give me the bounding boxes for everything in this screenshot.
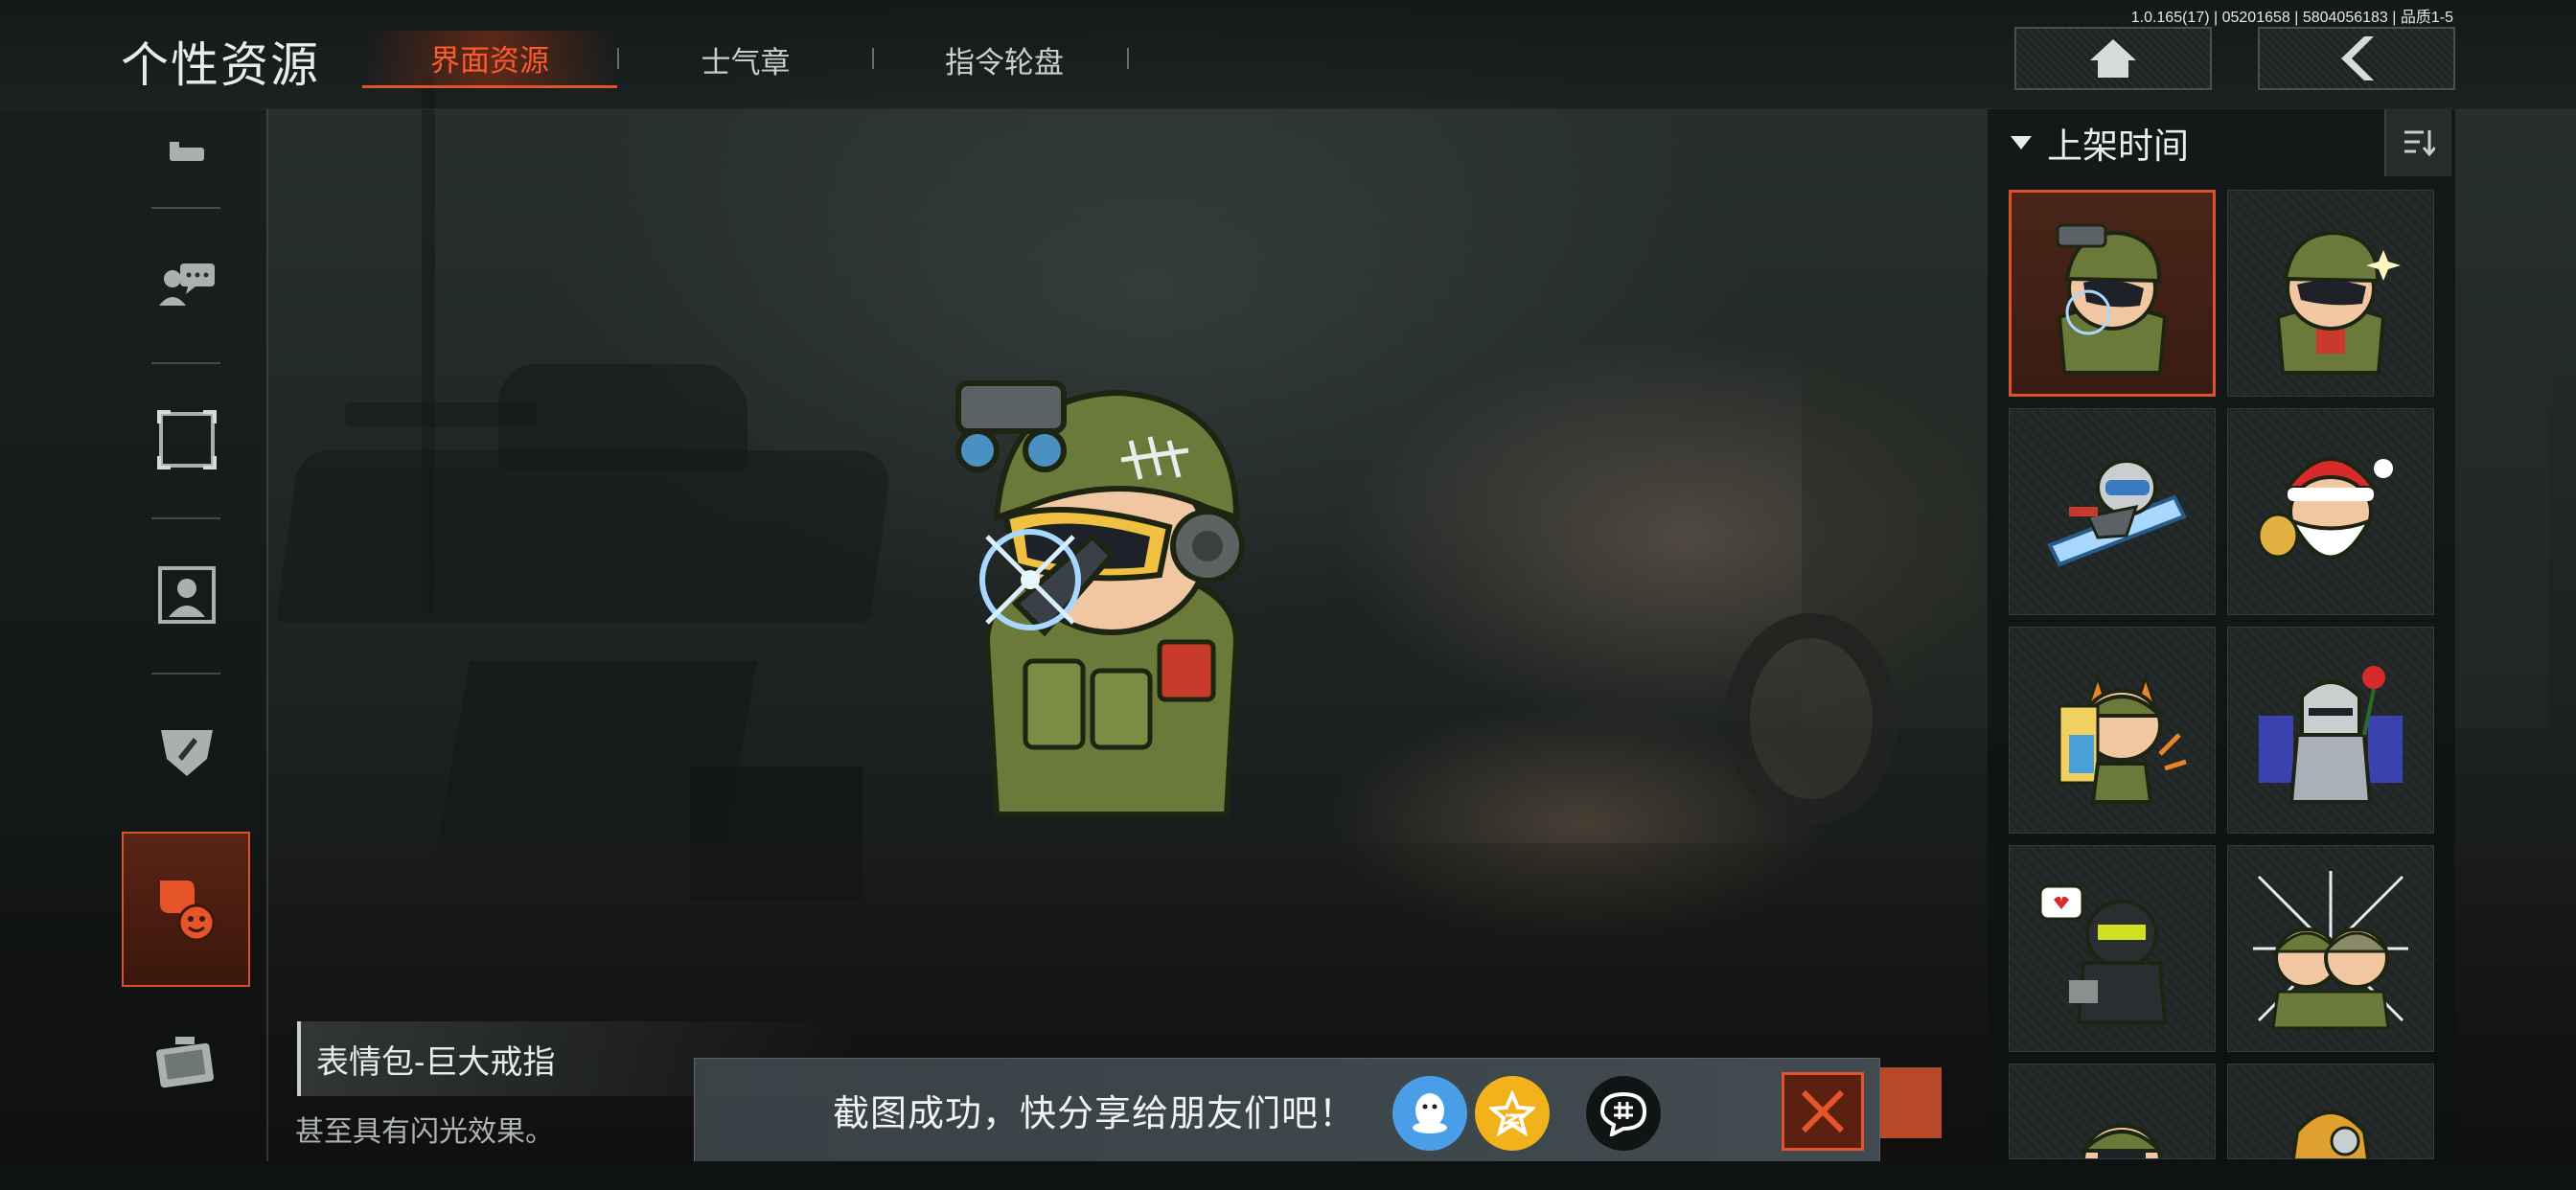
sticker-cell[interactable]	[2227, 627, 2434, 834]
sticker-thumb-9	[2079, 1124, 2165, 1158]
back-button[interactable]	[2258, 27, 2455, 90]
sticker-cell[interactable]	[2009, 845, 2216, 1052]
share-qq-button[interactable]	[1392, 1076, 1467, 1151]
version-info: 1.0.165(17) | 05201658 | 5804056183 | 品质…	[2130, 10, 2453, 26]
sidebar-item-bed[interactable]	[125, 109, 249, 195]
home-button[interactable]	[2014, 27, 2212, 90]
share-toast: 截图成功，快分享给朋友们吧！	[694, 1058, 1880, 1163]
share-qzone-button[interactable]	[1475, 1076, 1550, 1151]
sticker-cell[interactable]	[2009, 408, 2216, 615]
sort-order-button[interactable]	[2384, 109, 2451, 176]
sticker-thumb-fox	[2058, 673, 2187, 804]
sticker-cell[interactable]	[2227, 1064, 2434, 1159]
sticker-thumb-sparkle	[2275, 230, 2401, 375]
sidebar-item-portrait[interactable]	[125, 533, 249, 657]
chat-person-icon	[159, 263, 215, 306]
sort-icon	[2404, 130, 2435, 157]
sidebar-item-stickers[interactable]	[122, 832, 250, 987]
toast-close-button[interactable]	[1782, 1072, 1864, 1151]
item-description: 甚至具有闪光效果。	[295, 1116, 554, 1148]
tab-interface-resources[interactable]: 界面资源	[362, 31, 617, 88]
sticker-emoji-icon	[160, 881, 216, 942]
sticker-preview	[949, 355, 1275, 834]
tab-separator	[617, 48, 619, 69]
sticker-thumb-group	[2253, 871, 2408, 1030]
portrait-icon	[158, 566, 216, 624]
sticker-cell[interactable]	[2227, 408, 2434, 615]
tab-separator	[1127, 48, 1129, 69]
page-title: 个性资源	[121, 38, 320, 92]
sticker-cell[interactable]	[2009, 627, 2216, 834]
chevron-down-icon	[2011, 136, 2032, 149]
top-bar: 个性资源 界面资源 士气章 指令轮盘 1.0.165(17) | 0520165…	[0, 0, 2576, 109]
sticker-thumb-night-vision	[2056, 223, 2168, 375]
sort-label: 上架时间	[2047, 126, 2189, 166]
sidebar-divider	[151, 207, 220, 209]
toast-side-tab[interactable]	[1880, 1067, 1942, 1138]
sidebar-divider	[151, 673, 220, 675]
bg-tank-body	[275, 450, 894, 623]
bed-icon	[170, 142, 204, 161]
qq-icon	[1413, 1093, 1447, 1133]
sticker-thumb-knight	[2259, 666, 2403, 804]
share-chat-button[interactable]	[1586, 1076, 1661, 1151]
sidebar-divider	[151, 517, 220, 519]
frame-icon	[157, 410, 217, 469]
case-icon	[156, 1037, 214, 1088]
sidebar-item-chat[interactable]	[125, 222, 249, 347]
bg-wheel	[1725, 613, 1898, 824]
sticker-thumb-10	[2290, 1110, 2371, 1158]
sidebar-item-frame[interactable]	[125, 378, 249, 502]
sticker-thumb-ice-board	[2047, 459, 2187, 567]
sticker-thumb-santa	[2257, 457, 2393, 560]
toast-message: 截图成功，快分享给朋友们吧！	[833, 1094, 1357, 1134]
sticker-thumb-dark-soldier	[2038, 884, 2168, 1024]
sidebar-item-badge[interactable]	[125, 688, 249, 812]
tab-morale-badge[interactable]: 士气章	[652, 31, 840, 88]
chat-bubble-icon	[1599, 1091, 1647, 1136]
sticker-cell[interactable]	[2227, 190, 2434, 397]
tab-command-wheel[interactable]: 指令轮盘	[901, 31, 1108, 88]
sticker-cell[interactable]	[2009, 1064, 2216, 1159]
qzone-star-icon	[1489, 1090, 1535, 1136]
bg-tank-barrel	[345, 402, 537, 427]
sidebar-item-case[interactable]	[125, 1002, 249, 1127]
sort-dropdown[interactable]: 上架时间	[2009, 117, 2189, 169]
back-arrow-icon	[2341, 36, 2374, 80]
bottom-strip	[0, 1161, 2576, 1190]
sticker-cell[interactable]	[2227, 845, 2434, 1052]
badge-icon	[161, 730, 213, 776]
sidebar-divider	[151, 362, 220, 364]
home-icon	[2090, 39, 2136, 78]
sticker-cell-selected[interactable]	[2009, 190, 2216, 397]
close-x-icon	[1801, 1089, 1845, 1133]
soldier-sticker-image	[955, 380, 1245, 817]
tab-separator	[872, 48, 874, 69]
